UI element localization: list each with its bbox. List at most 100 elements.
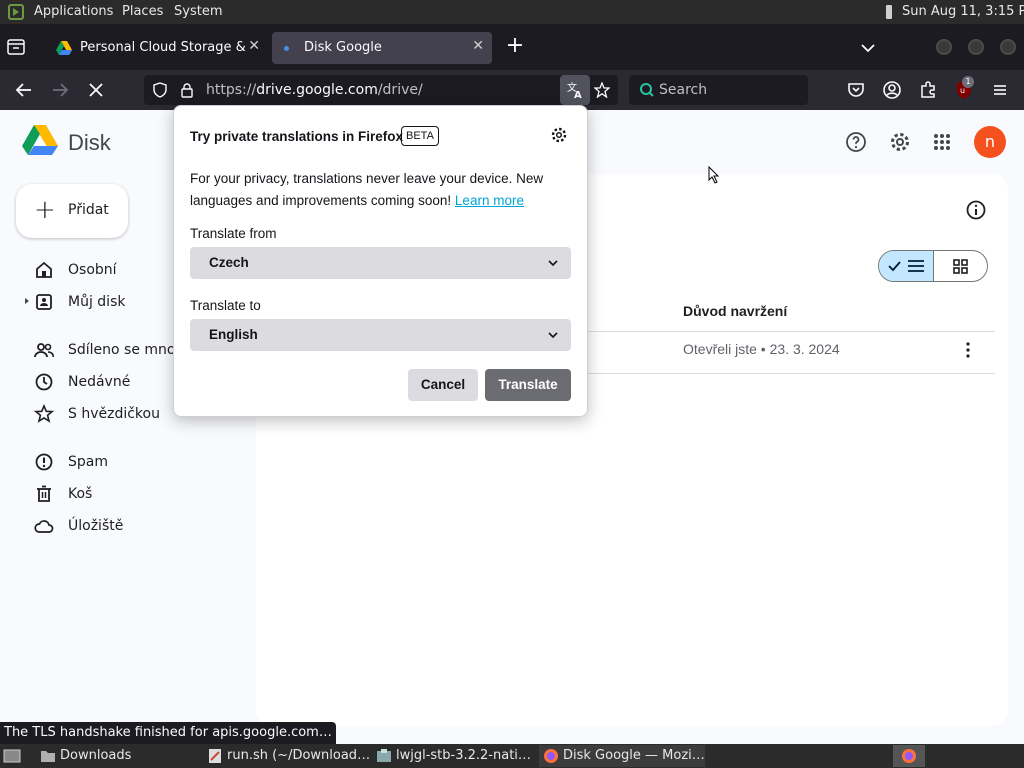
row-suggestion-reason: Otevřeli jste • 23. 3. 2024 xyxy=(683,341,840,357)
tab-personal-cloud-storage[interactable]: Personal Cloud Storage & F ✕ xyxy=(48,32,268,64)
stop-loading-icon[interactable] xyxy=(84,78,108,102)
url-domain: drive.google.com xyxy=(256,82,378,98)
column-header-reason[interactable]: Důvod navržení xyxy=(683,303,787,319)
grid-view-button[interactable] xyxy=(934,251,987,281)
search-engine-icon xyxy=(640,83,654,97)
translate-icon: 文 A xyxy=(567,81,582,99)
show-desktop-icon[interactable] xyxy=(3,748,21,764)
trash-icon xyxy=(37,485,51,502)
chevron-down-icon xyxy=(548,332,558,339)
taskbar-item-firefox[interactable]: Disk Google — Mozi… xyxy=(539,745,705,767)
tab-disk-google[interactable]: Disk Google ✕ xyxy=(272,32,492,64)
list-view-button[interactable] xyxy=(879,251,934,281)
people-icon xyxy=(34,343,54,358)
learn-more-link[interactable]: Learn more xyxy=(455,193,524,208)
clock[interactable]: Sun Aug 11, 3:15 PM xyxy=(902,4,1024,19)
chevron-down-icon[interactable] xyxy=(858,38,878,58)
sidebar-item-storage[interactable]: Úložiště xyxy=(32,512,242,540)
taskbar-item-label: lwjgl-stb-3.2.2-nati… xyxy=(396,748,531,763)
taskbar-item-lwjgl[interactable]: lwjgl-stb-3.2.2-nati… xyxy=(372,745,536,767)
system-menu[interactable]: System xyxy=(174,4,222,19)
navigation-toolbar: https://drive.google.com/drive/ 文 A Sear… xyxy=(0,70,1024,110)
maximize-window-button[interactable] xyxy=(968,39,984,55)
lock-icon[interactable] xyxy=(180,82,194,98)
search-placeholder: Search xyxy=(659,82,708,98)
expand-triangle-icon[interactable] xyxy=(25,298,29,304)
taskbar-item-run-sh[interactable]: run.sh (~/Download… xyxy=(203,745,370,767)
translate-page-button[interactable]: 文 A xyxy=(560,75,590,105)
grid-icon xyxy=(953,259,968,274)
avatar[interactable]: n xyxy=(974,126,1006,158)
info-icon[interactable] xyxy=(964,198,988,222)
help-icon[interactable] xyxy=(844,130,868,154)
row-divider xyxy=(588,373,995,374)
taskbar-item-label: Disk Google — Mozi… xyxy=(563,748,705,763)
tracking-protection-shield-icon[interactable] xyxy=(152,82,168,98)
popup-title: Try private translations in Firefox xyxy=(190,129,404,144)
new-button[interactable]: + Přidat xyxy=(16,184,128,238)
translate-button[interactable]: Translate xyxy=(485,369,571,401)
translate-from-value: Czech xyxy=(209,255,249,270)
folder-icon xyxy=(41,751,55,762)
google-drive-logo-icon[interactable] xyxy=(22,124,58,156)
close-tab-icon[interactable]: ✕ xyxy=(248,38,260,54)
distro-logo-icon[interactable] xyxy=(8,4,24,20)
search-bar[interactable]: Search xyxy=(629,75,808,105)
taskbar-item-label: Downloads xyxy=(60,748,132,763)
tab-title: Disk Google xyxy=(304,40,382,55)
checked-list-icon xyxy=(888,260,924,272)
new-tab-button[interactable]: + xyxy=(503,34,527,58)
keyboard-indicator-icon[interactable] xyxy=(886,5,892,19)
hamburger-menu-icon[interactable] xyxy=(988,78,1012,102)
translate-from-label: Translate from xyxy=(190,226,277,241)
account-icon[interactable] xyxy=(880,78,904,102)
new-button-label: Přidat xyxy=(68,202,109,218)
tab-strip: Personal Cloud Storage & F ✕ Disk Google… xyxy=(0,24,1024,70)
translation-settings-gear-icon[interactable] xyxy=(550,126,568,144)
taskbar-item-downloads[interactable]: Downloads xyxy=(36,745,196,767)
minimize-window-button[interactable] xyxy=(936,39,952,55)
tab-list-icon[interactable] xyxy=(6,38,26,56)
apps-grid-icon[interactable] xyxy=(930,130,954,154)
translate-to-select[interactable]: English xyxy=(190,319,571,351)
sidebar-item-label: S hvězdičkou xyxy=(68,406,160,422)
sidebar-item-label: Osobní xyxy=(68,262,117,278)
applications-menu[interactable]: Applications xyxy=(34,4,113,19)
beta-badge: BETA xyxy=(401,126,439,146)
back-arrow-icon[interactable] xyxy=(12,78,36,102)
close-tab-icon[interactable]: ✕ xyxy=(472,38,484,54)
sidebar-item-spam[interactable]: Spam xyxy=(32,448,242,476)
view-toggle xyxy=(878,250,988,282)
header-divider xyxy=(588,331,995,332)
url-text: https://drive.google.com/drive/ xyxy=(206,82,423,98)
address-bar[interactable]: https://drive.google.com/drive/ 文 A xyxy=(144,75,618,105)
translate-from-select[interactable]: Czech xyxy=(190,247,571,279)
extension-badge: 1 xyxy=(962,76,974,88)
tab-title: Personal Cloud Storage & F xyxy=(80,40,250,55)
sidebar-item-trash[interactable]: Koš xyxy=(32,480,242,508)
close-window-button[interactable] xyxy=(1000,39,1016,55)
sidebar-item-label: Úložiště xyxy=(68,518,124,534)
plus-icon: + xyxy=(34,195,56,225)
tray-firefox-workspace[interactable] xyxy=(893,745,925,767)
translate-to-value: English xyxy=(209,327,258,342)
more-options-icon[interactable] xyxy=(958,340,978,360)
link-status-text: The TLS handshake finished for apis.goog… xyxy=(0,722,336,744)
app-name[interactable]: Disk xyxy=(68,130,111,156)
settings-gear-icon[interactable] xyxy=(888,130,912,154)
forward-arrow-icon[interactable] xyxy=(48,78,72,102)
google-drive-favicon-icon xyxy=(56,41,72,55)
sidebar-item-label: Sdíleno se mnou xyxy=(68,342,185,358)
pocket-icon[interactable] xyxy=(844,78,868,102)
firefox-icon xyxy=(902,749,916,763)
places-menu[interactable]: Places xyxy=(122,4,163,19)
extensions-puzzle-icon[interactable] xyxy=(916,78,940,102)
sidebar-item-label: Můj disk xyxy=(68,294,126,310)
translation-popup: Try private translations in Firefox BETA… xyxy=(173,105,588,417)
cancel-button[interactable]: Cancel xyxy=(408,369,478,401)
bottom-taskbar: Downloads run.sh (~/Download… lwjgl-stb-… xyxy=(0,744,1024,768)
star-icon xyxy=(34,404,54,423)
sidebar-item-label: Koš xyxy=(68,486,93,502)
bookmark-star-icon[interactable] xyxy=(594,82,610,98)
firefox-icon xyxy=(544,749,558,763)
